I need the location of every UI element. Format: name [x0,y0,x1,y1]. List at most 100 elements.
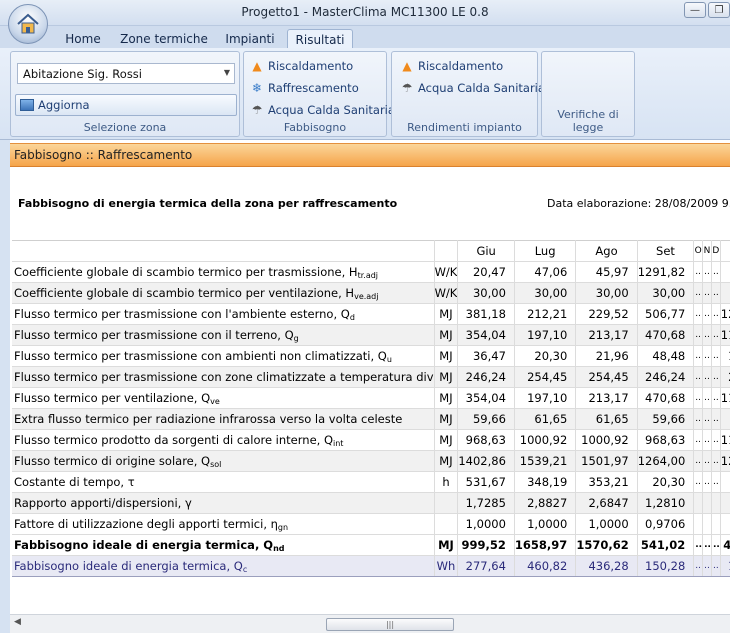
row-collapsed-cell: .. [702,324,712,346]
row-collapsed-cell: .. [693,450,704,472]
row-collapsed-cell: .. [693,366,704,388]
row-collapsed-cell: .. [702,387,712,409]
row-label: Flusso termico per trasmissione con ambi… [12,345,435,367]
row-collapsed-cell [693,513,704,535]
row-unit: MJ [434,366,459,388]
tab-home[interactable]: Home [58,29,108,49]
row-value: 61,65 [575,408,638,430]
fabbisogno-riscaldamento-button[interactable]: ▲ Riscaldamento [250,59,353,73]
rendimenti-acs-button[interactable]: ☂ Acqua Calda Sanitaria [400,81,545,95]
row-collapsed-cell: .. [711,534,721,556]
refresh-button[interactable]: Aggiorna [15,94,237,116]
row-label-text: Rapporto apporti/dispersioni, γ [14,496,192,510]
app-menu-button[interactable] [8,4,48,44]
rendimenti-acs-label: Acqua Calda Sanitaria [418,81,545,95]
horizontal-scrollbar[interactable]: ◀ ||| [10,614,730,633]
tab-zone-termiche[interactable]: Zone termiche [120,29,208,49]
table-row: Extra flusso termico per radiazione infr… [12,408,730,430]
chevron-down-icon: ▼ [223,68,230,77]
row-value: 1291,82 [637,261,695,283]
row-label-text: Coefficiente globale di scambio termico … [14,285,355,300]
group-fabbisogno: ▲ Riscaldamento ❄ Raffrescamento ☂ Acqua… [243,51,395,137]
row-collapsed-cell: .. [711,471,721,493]
row-value: 48,48 [637,345,695,367]
rendimenti-riscaldamento-label: Riscaldamento [418,59,504,73]
rendimenti-riscaldamento-button[interactable]: ▲ Riscaldamento [400,59,503,73]
shower-icon: ☂ [251,103,263,117]
row-label: Rapporto apporti/dispersioni, γ [12,492,435,514]
table-row: Coefficiente globale di scambio termico … [12,282,730,304]
row-value: 45,97 [575,261,638,283]
row-collapsed-cell: .. [702,261,712,283]
row-value: 1402,86 [457,450,515,472]
row-label-subscript: g [293,333,299,343]
ribbon: Abitazione Sig. Rossi ▼ Aggiorna Selezio… [0,48,730,140]
group-label-selezione-zona: Selezione zona [83,121,167,134]
row-unit: MJ [434,429,459,451]
row-label-text: Fattore di utilizzazione degli apporti t… [14,516,278,531]
zone-select[interactable]: Abitazione Sig. Rossi ▼ [17,63,235,84]
table-row: Flusso termico prodotto da sorgenti di c… [12,429,730,451]
results-table: Giu Lug Ago Set O N D Coefficiente globa… [12,240,730,577]
row-collapsed-cell: .. [702,408,712,430]
row-total [720,492,730,514]
minimize-icon[interactable]: — [684,2,706,18]
row-value: 1570,62 [575,534,638,556]
fabbisogno-raffrescamento-button[interactable]: ❄ Raffrescamento [250,81,359,95]
row-label: Fabbisogno ideale di energia termica, Qn… [12,534,435,556]
row-collapsed-cell: .. [693,534,704,556]
tab-impianti[interactable]: Impianti [220,29,280,49]
row-collapsed-cell: .. [693,303,704,325]
row-label: Fabbisogno ideale di energia termica, Qc [12,555,435,577]
scrollbar-thumb[interactable]: ||| [326,618,454,631]
row-unit: MJ [434,450,459,472]
row-collapsed-cell: .. [693,408,704,430]
row-value: 354,04 [457,387,515,409]
row-total: 1339,13 [720,555,730,577]
row-label-text: Flusso termico per ventilazione, Q [14,390,211,405]
snowflake-icon: ❄ [251,81,263,95]
header-month: Set [637,240,695,262]
row-label: Costante di tempo, τ [12,471,435,493]
group-verifiche-di-legge: Verifiche di legge [541,51,635,137]
row-collapsed-cell: .. [702,450,712,472]
row-unit: W/K [434,282,459,304]
row-value: 246,24 [637,366,695,388]
table-row: Flusso termico per trasmissione con ambi… [12,345,730,367]
row-collapsed-cell: .. [702,429,712,451]
row-unit [434,513,459,535]
row-value: 999,52 [457,534,515,556]
row-value: 1539,21 [514,450,577,472]
row-label: Flusso termico per trasmissione con il t… [12,324,435,346]
row-collapsed-cell: .. [711,282,721,304]
row-collapsed-cell: .. [711,366,721,388]
row-label-text: Flusso termico prodotto da sorgenti di c… [14,432,334,447]
row-collapsed-cell: .. [693,282,704,304]
restore-icon[interactable]: ❐ [708,2,730,18]
row-label: Flusso termico per trasmissione con l'am… [12,303,435,325]
scroll-left-icon[interactable]: ◀ [14,617,21,627]
tab-risultati[interactable]: Risultati [287,29,353,49]
row-unit: MJ [434,387,459,409]
row-value: 59,66 [457,408,515,430]
report-title: Fabbisogno di energia termica della zona… [18,197,398,210]
row-value: 381,18 [457,303,515,325]
row-value: 1501,97 [575,450,638,472]
row-label-subscript: gn [277,522,289,532]
row-collapsed-cell: .. [693,387,704,409]
flame-icon: ▲ [252,59,262,73]
row-label: Coefficiente globale di scambio termico … [12,261,435,283]
row-label: Extra flusso termico per radiazione infr… [12,408,435,430]
row-collapsed-cell: .. [693,471,704,493]
row-label-subscript: ve.adj [354,291,379,301]
table-row: Fabbisogno ideale di energia termica, Qc… [12,555,730,577]
header-month: Ago [575,240,638,262]
row-unit: MJ [434,534,459,556]
row-label-text: Flusso termico per trasmissione con ambi… [14,348,387,363]
row-total: 2995,93 [720,366,730,388]
row-collapsed-cell: .. [711,387,721,409]
left-frame [0,140,10,633]
fabbisogno-raffrescamento-label: Raffrescamento [268,81,359,95]
row-value: 20,47 [457,261,515,283]
fabbisogno-acs-button[interactable]: ☂ Acqua Calda Sanitaria [250,103,395,117]
